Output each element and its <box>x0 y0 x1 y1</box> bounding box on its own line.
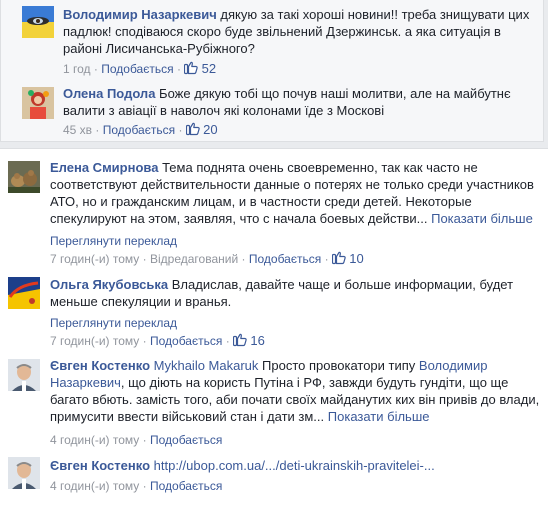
avatar[interactable] <box>22 6 54 38</box>
comment-body: Елена Смирнова Тема поднята очень своевр… <box>50 159 540 227</box>
comment-meta: 7 годин(-и) тому · Подобається · 16 <box>50 333 265 348</box>
thumbs-up-icon <box>233 333 247 347</box>
reply-body: Олена Подола Боже дякую тобі що почув на… <box>63 85 533 119</box>
author-link[interactable]: Євген Костенко <box>50 358 150 373</box>
author-link[interactable]: Олена Подола <box>63 86 155 101</box>
see-translation-link[interactable]: Переглянути переклад <box>50 315 177 331</box>
see-translation-link[interactable]: Переглянути переклад <box>50 233 177 249</box>
like-button[interactable]: Подобається <box>150 479 222 493</box>
reply-body: Володимир Назаркевич дякую за такі хорош… <box>63 6 533 57</box>
like-count[interactable]: 10 <box>332 251 364 266</box>
url-link[interactable]: http://ubop.com.ua/.../deti-ukrainskih-p… <box>154 458 435 473</box>
reply-meta: 45 хв · Подобається · 20 <box>63 122 218 137</box>
timestamp[interactable]: 4 годин(-и) тому <box>50 479 139 493</box>
comment-meta: 4 годин(-и) тому · Подобається <box>50 433 223 447</box>
comment-meta: 7 годин(-и) тому · Відредагований · Подо… <box>50 251 364 266</box>
show-more-link[interactable]: Показати більше <box>328 409 430 424</box>
like-button[interactable]: Подобається <box>103 123 175 137</box>
author-link[interactable]: Володимир Назаркевич <box>63 7 217 22</box>
comment-body: Євген Костенко http://ubop.com.ua/.../de… <box>50 457 540 474</box>
timestamp[interactable]: 7 годин(-и) тому <box>50 334 139 348</box>
like-button[interactable]: Подобається <box>101 62 173 76</box>
show-more-link[interactable]: Показати більше <box>431 211 533 226</box>
thumbs-up-icon <box>184 61 198 75</box>
comment-body: Ольга Якубовська Владислав, давайте чаще… <box>50 276 540 310</box>
avatar[interactable] <box>22 87 54 119</box>
like-button[interactable]: Подобається <box>150 334 222 348</box>
timestamp[interactable]: 4 годин(-и) тому <box>50 433 139 447</box>
author-link[interactable]: Євген Костенко <box>50 458 150 473</box>
timestamp[interactable]: 45 хв <box>63 123 92 137</box>
like-button[interactable]: Подобається <box>150 433 222 447</box>
like-count[interactable]: 20 <box>186 122 218 137</box>
like-count[interactable]: 16 <box>233 333 265 348</box>
timestamp[interactable]: 7 годин(-и) тому <box>50 252 139 266</box>
reply-meta: 1 год · Подобається · 52 <box>63 61 217 76</box>
mention-link[interactable]: Mykhailo Makaruk <box>154 358 259 373</box>
avatar[interactable] <box>8 161 40 193</box>
edited-label[interactable]: Відредагований <box>150 252 238 266</box>
like-button[interactable]: Подобається <box>249 252 321 266</box>
avatar[interactable] <box>8 277 40 309</box>
avatar[interactable] <box>8 457 40 489</box>
like-count[interactable]: 52 <box>184 61 216 76</box>
timestamp[interactable]: 1 год <box>63 62 91 76</box>
comment-text: , що діють на користь Путіна і РФ, завжд… <box>50 375 540 424</box>
thumbs-up-icon <box>332 251 346 265</box>
comment-meta: 4 годин(-и) тому · Подобається <box>50 479 223 493</box>
thumbs-up-icon <box>186 122 200 136</box>
avatar[interactable] <box>8 359 40 391</box>
author-link[interactable]: Ольга Якубовська <box>50 277 168 292</box>
reply-block: Володимир Назаркевич дякую за такі хорош… <box>0 0 544 142</box>
author-link[interactable]: Елена Смирнова <box>50 160 158 175</box>
comments-list: Елена Смирнова Тема поднята очень своевр… <box>0 148 548 511</box>
comment-body: Євген Костенко Mykhailo Makaruk Просто п… <box>50 357 540 425</box>
comment-text: Просто провокатори типу <box>262 358 416 373</box>
